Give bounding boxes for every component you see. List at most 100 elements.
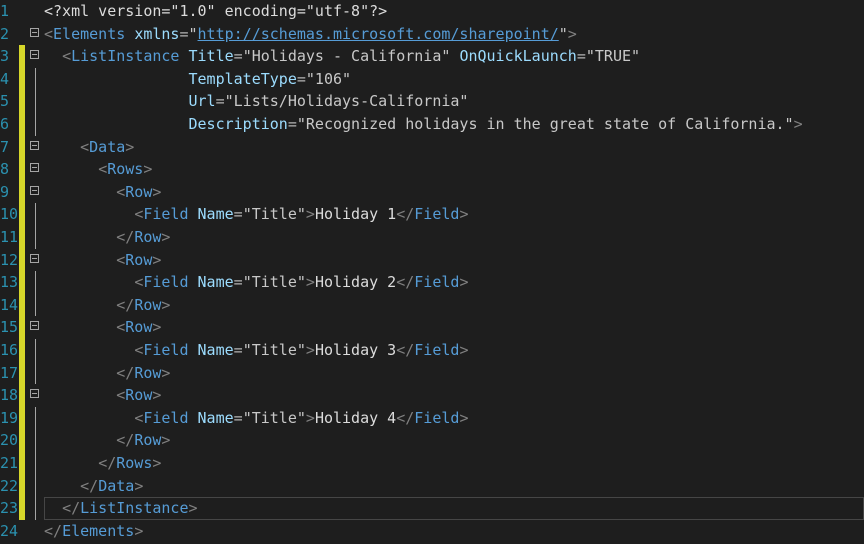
- code-text[interactable]: </Row>: [44, 362, 170, 385]
- token-attr: Name: [197, 205, 234, 224]
- token-sp: [44, 477, 80, 495]
- change-marker: [19, 361, 25, 385]
- code-line[interactable]: 11 </Row>: [0, 226, 864, 249]
- code-text[interactable]: </Row>: [44, 226, 170, 249]
- token-br: >: [305, 205, 315, 224]
- code-text[interactable]: </ListInstance>: [44, 497, 197, 520]
- code-text[interactable]: TemplateType="106": [44, 68, 352, 91]
- change-marker: [19, 158, 25, 181]
- code-text[interactable]: <Field Name="Title">Holiday 1</Field>: [44, 203, 468, 226]
- xml-code-editor[interactable]: 1 <?xml version="1.0" encoding="utf-8"?> 2…: [0, 0, 864, 544]
- code-line[interactable]: 4 TemplateType="106": [0, 67, 864, 91]
- code-line[interactable]: 23 </ListInstance>: [0, 497, 864, 520]
- collapse-icon[interactable]: [30, 185, 39, 195]
- line-number: 15: [0, 318, 19, 337]
- code-text[interactable]: </Elements>: [44, 520, 143, 543]
- token-attr: Name: [197, 273, 234, 292]
- code-text[interactable]: <Row>: [44, 249, 161, 272]
- token-val: "Title": [242, 273, 306, 292]
- token-q: ": [558, 24, 568, 43]
- code-text[interactable]: </Row>: [44, 429, 170, 452]
- code-text[interactable]: </Data>: [44, 475, 143, 498]
- change-marker: [19, 497, 25, 520]
- code-text[interactable]: <Data>: [44, 136, 134, 159]
- token-br: >: [793, 115, 803, 133]
- code-line[interactable]: 21 </Rows>: [0, 452, 864, 475]
- token-br: </: [396, 273, 415, 292]
- collapse-icon[interactable]: [30, 321, 39, 331]
- token-br: >: [161, 228, 171, 246]
- collapse-icon[interactable]: [30, 27, 39, 37]
- code-line[interactable]: 19 <Field Name="Title">Holiday 4</Field>: [0, 406, 864, 430]
- code-line[interactable]: 15 <Row>: [0, 316, 864, 339]
- token-sp: [44, 70, 189, 88]
- code-line[interactable]: 18 <Row>: [0, 384, 864, 407]
- code-text[interactable]: <ListInstance Title="Holidays - Californ…: [44, 45, 640, 68]
- code-text[interactable]: Description="Recognized holidays in the …: [44, 113, 803, 136]
- code-text[interactable]: <Elements xmlns="http://schemas.microsof…: [44, 23, 577, 46]
- token-eq: =: [233, 205, 243, 224]
- code-text[interactable]: <Row>: [44, 316, 161, 339]
- collapse-icon[interactable]: [30, 140, 39, 150]
- code-line[interactable]: 13 <Field Name="Title">Holiday 2</Field>: [0, 271, 864, 294]
- code-text[interactable]: <Field Name="Title">Holiday 3</Field>: [44, 339, 468, 362]
- token-br: </: [62, 499, 81, 518]
- collapse-icon[interactable]: [30, 50, 39, 60]
- line-number: 8: [0, 160, 10, 179]
- line-number: 18: [0, 386, 19, 405]
- code-line[interactable]: 2 <Elements xmlns="http://schemas.microso…: [0, 23, 864, 46]
- code-line[interactable]: 10 <Field Name="Title">Holiday 1</Field>: [0, 203, 864, 226]
- token-sp: [44, 341, 134, 359]
- collapse-icon[interactable]: [30, 163, 39, 173]
- line-number: 21: [0, 454, 19, 472]
- token-tag: Row: [134, 295, 162, 314]
- code-text[interactable]: <Row>: [44, 384, 161, 407]
- code-line[interactable]: 3 <ListInstance Title="Holidays - Califo…: [0, 45, 864, 68]
- token-br: <: [44, 24, 54, 43]
- code-text[interactable]: <?xml version="1.0" encoding="utf-8"?>: [44, 0, 387, 23]
- token-br: >: [305, 273, 315, 292]
- token-tag: Field: [414, 408, 460, 427]
- code-text[interactable]: Url="Lists/Holidays-California": [44, 90, 469, 113]
- code-line[interactable]: 5 Url="Lists/Holidays-California": [0, 90, 864, 113]
- token-sp: [44, 251, 116, 269]
- token-sp: [125, 25, 134, 43]
- token-tag: Row: [125, 386, 153, 405]
- token-br: >: [459, 408, 469, 427]
- code-line[interactable]: 24 </Elements>: [0, 520, 864, 543]
- code-line[interactable]: 17 </Row>: [0, 361, 864, 385]
- line-number: 20: [0, 431, 19, 450]
- code-line[interactable]: 14 </Row>: [0, 293, 864, 317]
- token-br: <: [134, 341, 144, 359]
- code-text[interactable]: <Row>: [44, 181, 161, 204]
- line-number: 23: [0, 499, 19, 518]
- code-text[interactable]: </Row>: [44, 294, 170, 317]
- collapse-icon[interactable]: [30, 253, 39, 263]
- change-marker: [19, 203, 25, 226]
- code-text[interactable]: <Field Name="Title">Holiday 4</Field>: [44, 407, 468, 430]
- token-br: >: [134, 521, 144, 540]
- code-line[interactable]: 16 <Field Name="Title">Holiday 3</Field>: [0, 339, 864, 362]
- collapse-icon[interactable]: [30, 389, 39, 399]
- token-val: "Holidays - California": [242, 47, 451, 66]
- change-marker: [19, 0, 25, 23]
- code-line[interactable]: 9 <Row>: [0, 180, 864, 204]
- code-line[interactable]: 7 <Data>: [0, 135, 864, 159]
- code-line[interactable]: 8 <Rows>: [0, 158, 864, 181]
- code-line[interactable]: 12 <Row>: [0, 248, 864, 272]
- code-line[interactable]: 1 <?xml version="1.0" encoding="utf-8"?>: [0, 0, 864, 23]
- code-line[interactable]: 22 </Data>: [0, 474, 864, 498]
- token-tag: Field: [414, 341, 460, 359]
- code-line[interactable]: 6 Description="Recognized holidays in th…: [0, 113, 864, 136]
- code-text[interactable]: <Field Name="Title">Holiday 2</Field>: [44, 271, 468, 294]
- token-br: >: [143, 160, 153, 179]
- code-text[interactable]: </Rows>: [44, 452, 161, 475]
- code-line[interactable]: 20 </Row>: [0, 429, 864, 452]
- change-marker: [19, 293, 25, 317]
- code-text[interactable]: <Rows>: [44, 158, 152, 181]
- token-br: </: [396, 205, 415, 224]
- token-sp: [44, 296, 116, 314]
- token-tag: Row: [134, 431, 162, 450]
- token-sp: [44, 115, 189, 133]
- change-marker: [19, 384, 25, 407]
